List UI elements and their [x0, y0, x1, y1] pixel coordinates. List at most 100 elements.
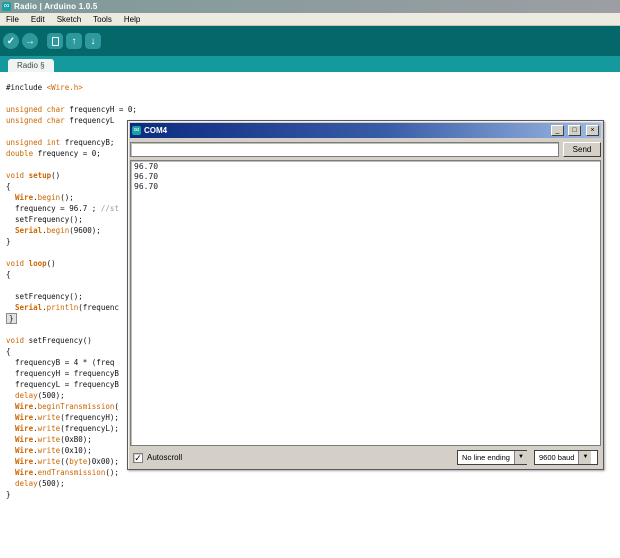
code-token: ( [114, 402, 119, 411]
code-token: setup [28, 171, 52, 180]
menu-item-edit[interactable]: Edit [25, 15, 51, 24]
code-token: Wire [15, 457, 34, 466]
serial-bottom-bar: ✓ Autoscroll No line ending ▼ 9600 baud … [130, 448, 601, 467]
arrow-down-icon: ↓ [90, 35, 96, 47]
new-button[interactable] [47, 33, 63, 49]
code-token: endTransmission [37, 468, 106, 477]
menu-item-sketch[interactable]: Sketch [51, 15, 87, 24]
code-token: Serial [15, 226, 43, 235]
code-token: (500); [37, 479, 65, 488]
code-token: () [51, 171, 61, 180]
code-token: { [6, 347, 11, 356]
code-token: delay [15, 479, 38, 488]
code-token: (); [105, 468, 119, 477]
code-line: #include <Wire.h> [6, 82, 620, 93]
code-line: delay(500); [6, 478, 620, 489]
code-token: { [6, 270, 11, 279]
arrow-up-icon: ↑ [71, 35, 77, 47]
code-token: write [37, 457, 61, 466]
code-token: (0xB0); [60, 435, 92, 444]
main-titlebar[interactable]: ∞ Radio | Arduino 1.0.5 [0, 0, 620, 13]
maximize-button[interactable]: □ [568, 125, 581, 136]
serial-window-title: COM4 [144, 126, 168, 135]
code-token: } [6, 490, 11, 499]
code-token: (( [60, 457, 70, 466]
autoscroll-checkbox[interactable]: ✓ [133, 452, 143, 463]
serial-titlebar[interactable]: ∞ COM4 _ □ × [130, 123, 601, 138]
code-token: () [46, 259, 56, 268]
code-token: } [6, 237, 11, 246]
serial-input[interactable] [130, 141, 559, 157]
code-line: } [6, 489, 620, 500]
serial-output-line: 96.70 [134, 172, 159, 181]
arduino-logo-icon: ∞ [2, 1, 11, 11]
code-token: //st [100, 204, 119, 213]
arduino-ide-window: ∞ Radio | Arduino 1.0.5 File Edit Sketch To… [0, 0, 620, 558]
code-token: Wire [15, 193, 34, 202]
code-token: Wire [15, 435, 34, 444]
code-token: Wire [15, 424, 34, 433]
line-ending-select[interactable]: No line ending ▼ [457, 450, 527, 465]
code-token: write [37, 446, 61, 455]
code-token: (frequencyL); [60, 424, 119, 433]
code-token: (9600); [69, 226, 101, 235]
code-token: Wire [15, 468, 34, 477]
open-button[interactable]: ↑ [66, 33, 82, 49]
code-token: (frequenc [78, 303, 119, 312]
serial-output-line: 96.70 [134, 182, 159, 191]
document-icon [51, 36, 59, 46]
code-token: (500); [37, 391, 65, 400]
arrow-right-icon: → [25, 35, 35, 47]
code-token: Serial [15, 303, 43, 312]
code-token: write [37, 413, 61, 422]
menu-item-file[interactable]: File [0, 15, 25, 24]
serial-send-row: Send [130, 141, 601, 157]
window-title: Radio | Arduino 1.0.5 [14, 2, 98, 11]
close-button[interactable]: × [586, 125, 599, 136]
code-token: frequency = 96.7 ; [6, 204, 101, 213]
minimize-button[interactable]: _ [551, 125, 564, 136]
tab-strip: Radio § [0, 56, 620, 72]
code-token: <Wire.h> [46, 83, 83, 92]
code-token: void [6, 259, 29, 268]
code-token: )0x00); [87, 457, 119, 466]
code-token: frequencyB = 4 * (freq [6, 358, 115, 367]
code-token: byte [69, 457, 88, 466]
code-token: frequencyH = 0; [69, 105, 137, 114]
verify-button[interactable]: ✓ [3, 33, 19, 49]
code-token: frequencyH = frequencyB [6, 369, 119, 378]
menu-item-help[interactable]: Help [118, 15, 146, 24]
code-token: setFrequency(); [6, 292, 83, 301]
code-token: void [6, 336, 29, 345]
upload-button[interactable]: → [22, 33, 38, 49]
code-token: void [6, 171, 29, 180]
code-token: Wire [15, 413, 34, 422]
chevron-down-icon[interactable]: ▼ [513, 451, 527, 464]
code-token: write [37, 424, 61, 433]
send-button[interactable]: Send [563, 141, 601, 157]
line-ending-value: No line ending [462, 453, 510, 462]
code-token: frequencyL [69, 116, 115, 125]
code-token: unsigned char [6, 105, 70, 114]
serial-output-line: 96.70 [134, 162, 159, 171]
menu-item-tools[interactable]: Tools [87, 15, 118, 24]
code-token: frequencyL = frequencyB [6, 380, 119, 389]
code-token: write [37, 435, 61, 444]
code-token: setFrequency(); [6, 215, 83, 224]
code-token: unsigned int [6, 138, 65, 147]
baud-rate-select[interactable]: 9600 baud ▼ [534, 450, 598, 465]
save-button[interactable]: ↓ [85, 33, 101, 49]
autoscroll-label: Autoscroll [147, 453, 183, 462]
toolbar: ✓ → ↑ ↓ [0, 26, 620, 56]
tab-radio[interactable]: Radio § [8, 59, 54, 72]
chevron-down-icon[interactable]: ▼ [578, 451, 592, 464]
